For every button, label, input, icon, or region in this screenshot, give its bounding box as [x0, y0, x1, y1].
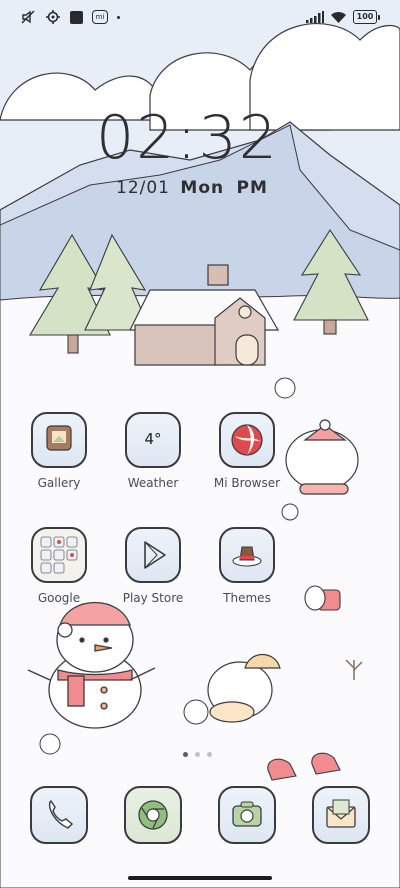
- app-themes[interactable]: Themes: [207, 527, 287, 605]
- gallery-icon: [31, 412, 87, 468]
- battery-level: 100: [353, 10, 377, 24]
- date-text: 12/01: [116, 178, 170, 198]
- dock-phone[interactable]: [19, 786, 99, 844]
- app-label: Mi Browser: [213, 476, 281, 490]
- app-gallery[interactable]: Gallery: [19, 412, 99, 490]
- phone-icon: [30, 786, 88, 844]
- app-label: Play Store: [122, 591, 184, 605]
- weekday-text: Mon: [180, 178, 225, 198]
- themes-icon: [219, 527, 275, 583]
- browser-icon: [219, 412, 275, 468]
- page-dot: [207, 752, 212, 757]
- page-indicator[interactable]: [183, 752, 212, 757]
- messages-icon: [312, 786, 370, 844]
- mute-icon: [21, 10, 35, 24]
- clock-time[interactable]: 02:32: [96, 104, 277, 172]
- page-dot-active: [183, 752, 188, 757]
- app-google-folder[interactable]: Google: [19, 527, 99, 605]
- mi-icon: mi: [92, 10, 108, 24]
- dock-chrome[interactable]: [113, 786, 193, 844]
- settings-gear-icon: [46, 10, 60, 24]
- app-mi-browser[interactable]: Mi Browser: [207, 412, 287, 490]
- status-bar: mi 100: [0, 0, 400, 38]
- app-label: Themes: [223, 591, 271, 605]
- app-label: Weather: [127, 476, 179, 490]
- dock-camera[interactable]: [207, 786, 287, 844]
- square-icon: [70, 10, 83, 24]
- weather-temp: 4°: [144, 430, 162, 448]
- signal-icon: [306, 11, 324, 23]
- weather-icon: 4°: [125, 412, 181, 468]
- battery-icon: 100: [353, 10, 380, 24]
- clock-date[interactable]: 12/01 Mon PM: [116, 178, 268, 198]
- camera-icon: [218, 786, 276, 844]
- page-dot: [195, 752, 200, 757]
- chrome-icon: [124, 786, 182, 844]
- app-play-store[interactable]: Play Store: [113, 527, 193, 605]
- dock-messages[interactable]: [301, 786, 381, 844]
- wifi-icon: [331, 11, 346, 23]
- app-weather[interactable]: 4° Weather: [113, 412, 193, 490]
- home-indicator[interactable]: [128, 876, 272, 880]
- ampm-text: PM: [236, 178, 268, 198]
- google-folder-icon: [31, 527, 87, 583]
- dot-icon: [117, 15, 120, 19]
- app-label: Gallery: [37, 476, 81, 490]
- app-label: Google: [37, 591, 81, 605]
- play-store-icon: [125, 527, 181, 583]
